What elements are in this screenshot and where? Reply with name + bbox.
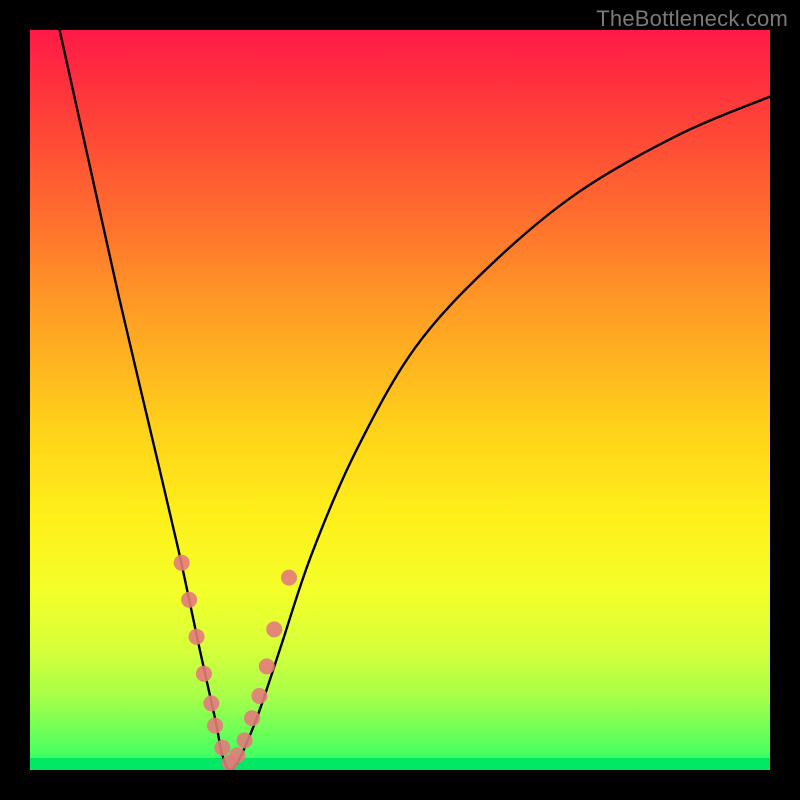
watermark-text: TheBottleneck.com bbox=[596, 6, 788, 32]
chart-frame: TheBottleneck.com bbox=[0, 0, 800, 800]
sample-marker bbox=[244, 710, 260, 726]
sample-marker bbox=[203, 695, 219, 711]
sample-marker bbox=[266, 621, 282, 637]
sample-marker bbox=[196, 666, 212, 682]
sample-marker bbox=[207, 718, 223, 734]
sample-marker bbox=[281, 570, 297, 586]
sample-marker bbox=[237, 732, 253, 748]
sample-marker bbox=[174, 555, 190, 571]
sample-marker bbox=[189, 629, 205, 645]
bottleneck-curve bbox=[60, 30, 770, 770]
sample-marker bbox=[229, 747, 245, 763]
sample-marker bbox=[259, 658, 275, 674]
chart-svg bbox=[30, 30, 770, 770]
sample-markers-group bbox=[174, 555, 297, 770]
sample-marker bbox=[214, 740, 230, 756]
bottleneck-curve-path bbox=[60, 30, 770, 770]
sample-marker bbox=[181, 592, 197, 608]
sample-marker bbox=[251, 688, 267, 704]
chart-plot-area bbox=[30, 30, 770, 770]
